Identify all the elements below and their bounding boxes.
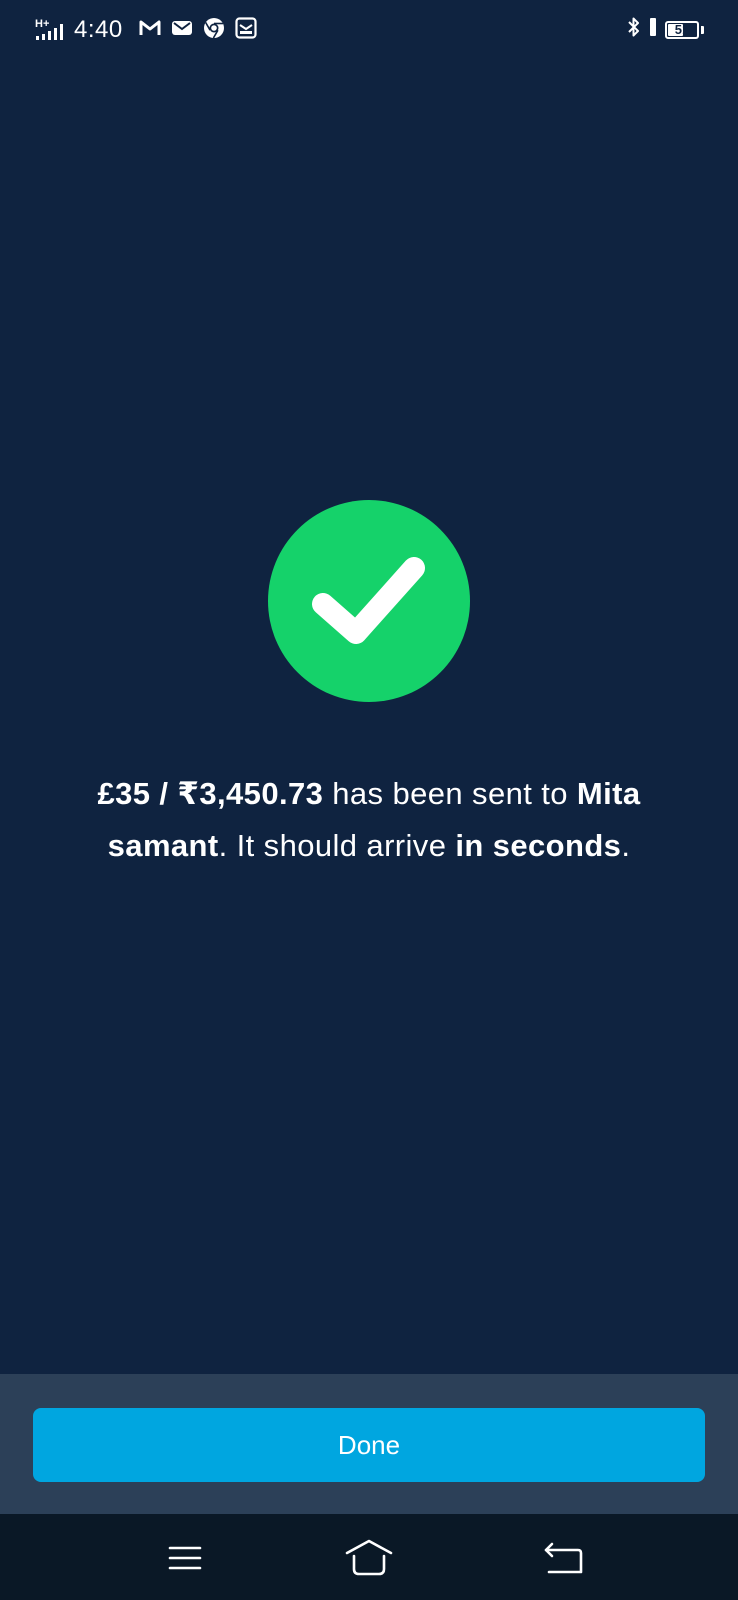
system-nav-bar bbox=[0, 1514, 738, 1600]
message-text-sent: has been sent to bbox=[323, 776, 577, 811]
home-icon[interactable] bbox=[344, 1536, 394, 1580]
vibrate-icon bbox=[649, 16, 657, 43]
back-icon[interactable] bbox=[540, 1536, 590, 1580]
status-right: 51 bbox=[627, 16, 704, 43]
gmail-icon bbox=[139, 19, 161, 42]
confirmation-message: £35 / ₹3,450.73 has been sent to Mita sa… bbox=[40, 768, 698, 872]
done-button[interactable]: Done bbox=[33, 1408, 705, 1482]
status-bar: H+ 4:40 51 bbox=[0, 0, 738, 60]
menu-icon[interactable] bbox=[160, 1536, 210, 1580]
success-check-circle bbox=[268, 500, 470, 702]
battery-tip bbox=[701, 25, 704, 34]
network-type-label: H+ bbox=[35, 18, 49, 30]
bluetooth-icon bbox=[627, 16, 641, 43]
notification-icons bbox=[139, 16, 257, 44]
signal-icon: H+ bbox=[34, 16, 68, 44]
transfer-amount: £35 / ₹3,450.73 bbox=[97, 776, 324, 811]
check-icon bbox=[312, 557, 425, 644]
message-text-end: . bbox=[621, 828, 631, 863]
status-left: H+ 4:40 bbox=[34, 14, 257, 46]
battery-icon: 51 bbox=[665, 20, 699, 39]
battery-level: 51 bbox=[674, 21, 690, 37]
status-time: 4:40 bbox=[74, 16, 123, 43]
arrival-eta: in seconds bbox=[455, 828, 622, 863]
message-icon bbox=[235, 16, 257, 44]
chrome-icon bbox=[203, 17, 225, 44]
mail-icon bbox=[171, 19, 193, 42]
bottom-action-panel: Done bbox=[0, 1374, 738, 1514]
message-text-arrive: . It should arrive bbox=[218, 828, 456, 863]
transfer-success-screen: H+ 4:40 51 £35 / ₹3,450.73 has been sent… bbox=[0, 0, 738, 1600]
